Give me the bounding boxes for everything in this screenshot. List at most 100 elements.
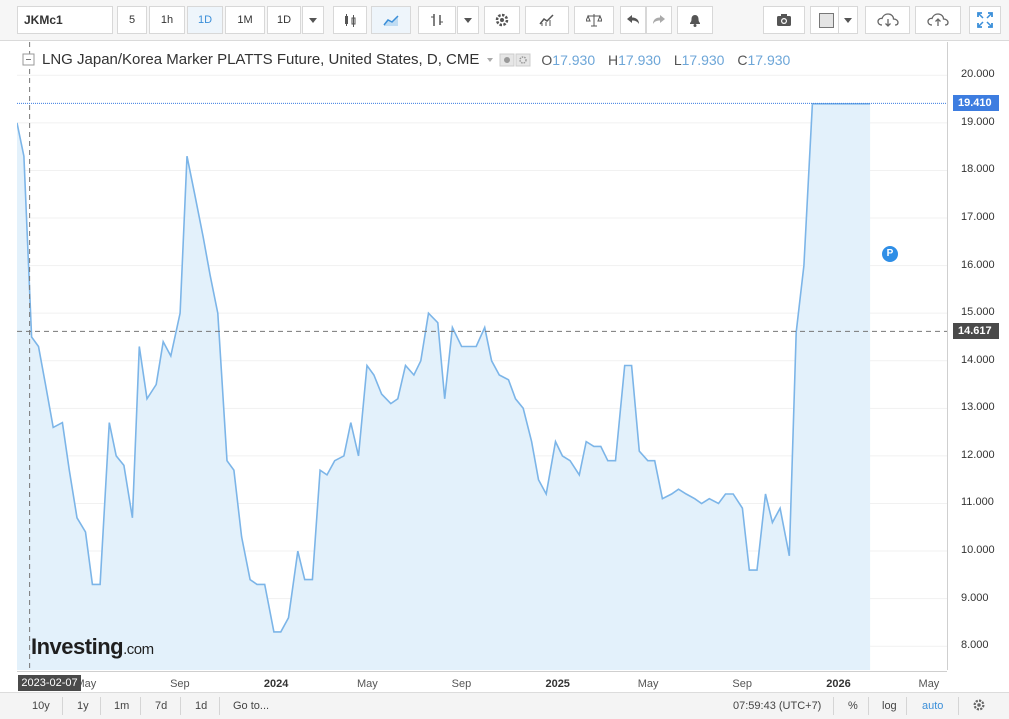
y-tick-label: 18.000 bbox=[961, 163, 995, 176]
low-value: 17.930 bbox=[681, 51, 725, 68]
load-chart-button[interactable] bbox=[865, 6, 910, 34]
candlestick-icon bbox=[345, 14, 356, 27]
indicators-icon bbox=[539, 14, 554, 26]
gear-icon[interactable] bbox=[972, 698, 986, 712]
divider bbox=[219, 697, 220, 715]
interval-5[interactable]: 5 bbox=[117, 6, 147, 34]
camera-icon bbox=[777, 14, 791, 26]
collapse-legend-icon[interactable] bbox=[22, 53, 36, 67]
visibility-settings-icon[interactable] bbox=[499, 53, 533, 67]
compare-button[interactable] bbox=[574, 6, 614, 34]
candles-button[interactable] bbox=[333, 6, 367, 34]
y-tick-label: 15.000 bbox=[961, 306, 995, 319]
x-tick-label: May bbox=[637, 678, 659, 690]
close-label: C bbox=[737, 51, 748, 68]
chevron-down-icon bbox=[309, 18, 317, 23]
x-tick-label: 2025 bbox=[545, 678, 570, 690]
x-tick-label: May bbox=[357, 678, 378, 690]
range-1m[interactable]: 1m bbox=[114, 700, 129, 712]
interval-1h[interactable]: 1h bbox=[149, 6, 185, 34]
divider bbox=[868, 697, 869, 715]
color-dropdown[interactable] bbox=[838, 6, 858, 34]
undo-icon bbox=[627, 15, 639, 24]
cloud-download-icon bbox=[876, 13, 899, 27]
x-tick-label: Sep bbox=[451, 678, 472, 690]
chevron-down-icon bbox=[844, 18, 852, 23]
fullscreen-icon bbox=[977, 12, 993, 28]
area-chart-button[interactable] bbox=[371, 6, 411, 34]
event-marker[interactable]: P bbox=[881, 245, 899, 263]
y-tick-label: 8.000 bbox=[961, 639, 989, 652]
redo-button[interactable] bbox=[646, 6, 672, 34]
scale-icon bbox=[586, 14, 602, 27]
low-label: L bbox=[673, 51, 682, 68]
divider bbox=[833, 697, 834, 715]
range-7d[interactable]: 7d bbox=[155, 700, 167, 712]
auto-toggle[interactable]: auto bbox=[922, 700, 943, 712]
chart-legend: LNG Japan/Korea Marker PLATTS Future, Un… bbox=[22, 51, 799, 68]
high-value: 17.930 bbox=[618, 51, 661, 68]
crosshair-date-tag: 2023-02-07 bbox=[18, 675, 81, 691]
crosshair-price-tag: 14.617 bbox=[953, 323, 999, 340]
divider bbox=[100, 697, 101, 715]
interval-dropdown-arrow[interactable] bbox=[302, 6, 324, 34]
log-toggle[interactable]: log bbox=[882, 700, 897, 712]
ohlc-bars-icon bbox=[431, 14, 443, 26]
logo-suffix: .com bbox=[123, 641, 154, 658]
y-tick-label: 16.000 bbox=[961, 258, 995, 271]
bell-add-icon bbox=[690, 15, 700, 27]
y-tick-label: 17.000 bbox=[961, 211, 995, 224]
close-value: 17.930 bbox=[747, 51, 791, 68]
logo-text: Investing bbox=[31, 634, 124, 659]
interval-1m[interactable]: 1M bbox=[225, 6, 265, 34]
y-tick-label: 9.000 bbox=[961, 591, 989, 604]
range-1y[interactable]: 1y bbox=[77, 700, 89, 712]
divider bbox=[140, 697, 141, 715]
snapshot-button[interactable] bbox=[763, 6, 805, 34]
area-chart-icon bbox=[383, 15, 399, 26]
x-tick-label: 2024 bbox=[263, 678, 289, 690]
price-chart[interactable] bbox=[17, 42, 947, 670]
divider bbox=[180, 697, 181, 715]
high-label: H bbox=[608, 51, 619, 68]
series-title: LNG Japan/Korea Marker PLATTS Future, Un… bbox=[42, 51, 480, 68]
interval-1d[interactable]: 1D bbox=[187, 6, 223, 34]
divider bbox=[906, 697, 907, 715]
percent-toggle[interactable]: % bbox=[848, 700, 858, 712]
color-swatch-icon bbox=[818, 12, 834, 28]
x-tick-label: May bbox=[918, 678, 940, 690]
cloud-upload-icon bbox=[927, 13, 949, 26]
top-toolbar: JKMc1 5 1h 1D 1M 1D bbox=[0, 0, 1009, 41]
divider bbox=[958, 697, 959, 715]
range-10y[interactable]: 10y bbox=[32, 700, 50, 712]
y-tick-label: 10.000 bbox=[961, 544, 995, 557]
settings-button[interactable] bbox=[484, 6, 520, 34]
redo-icon bbox=[653, 15, 665, 24]
y-tick-label: 11.000 bbox=[961, 496, 994, 509]
chart-type-dropdown[interactable] bbox=[457, 6, 479, 34]
last-price-tag: 19.410 bbox=[953, 95, 999, 112]
chevron-down-icon[interactable] bbox=[485, 55, 495, 65]
y-tick-label: 14.000 bbox=[961, 353, 995, 366]
gear-icon bbox=[495, 13, 509, 27]
fullscreen-button[interactable] bbox=[969, 6, 1001, 34]
chevron-down-icon bbox=[464, 18, 472, 23]
y-tick-label: 19.000 bbox=[961, 115, 995, 128]
goto-button[interactable]: Go to... bbox=[233, 700, 269, 712]
range-1d[interactable]: 1d bbox=[195, 700, 207, 712]
y-tick-label: 20.000 bbox=[961, 68, 995, 81]
save-chart-button[interactable] bbox=[915, 6, 961, 34]
x-tick-label: Sep bbox=[732, 678, 752, 690]
bars-button[interactable] bbox=[418, 6, 456, 34]
clock: 07:59:43 (UTC+7) bbox=[733, 700, 822, 712]
symbol-input[interactable]: JKMc1 bbox=[17, 6, 113, 34]
alert-button[interactable] bbox=[677, 6, 713, 34]
x-tick-label: 2026 bbox=[826, 678, 851, 690]
x-tick-label: Sep bbox=[170, 678, 190, 690]
interval-dropdown[interactable]: 1D bbox=[267, 6, 301, 34]
undo-button[interactable] bbox=[620, 6, 646, 34]
time-axis[interactable] bbox=[17, 671, 947, 692]
indicators-button[interactable] bbox=[525, 6, 569, 34]
bottom-bar: 10y 1y 1m 7d 1d Go to... 07:59:43 (UTC+7… bbox=[0, 692, 1009, 719]
investing-logo: Investing.com bbox=[31, 634, 154, 660]
